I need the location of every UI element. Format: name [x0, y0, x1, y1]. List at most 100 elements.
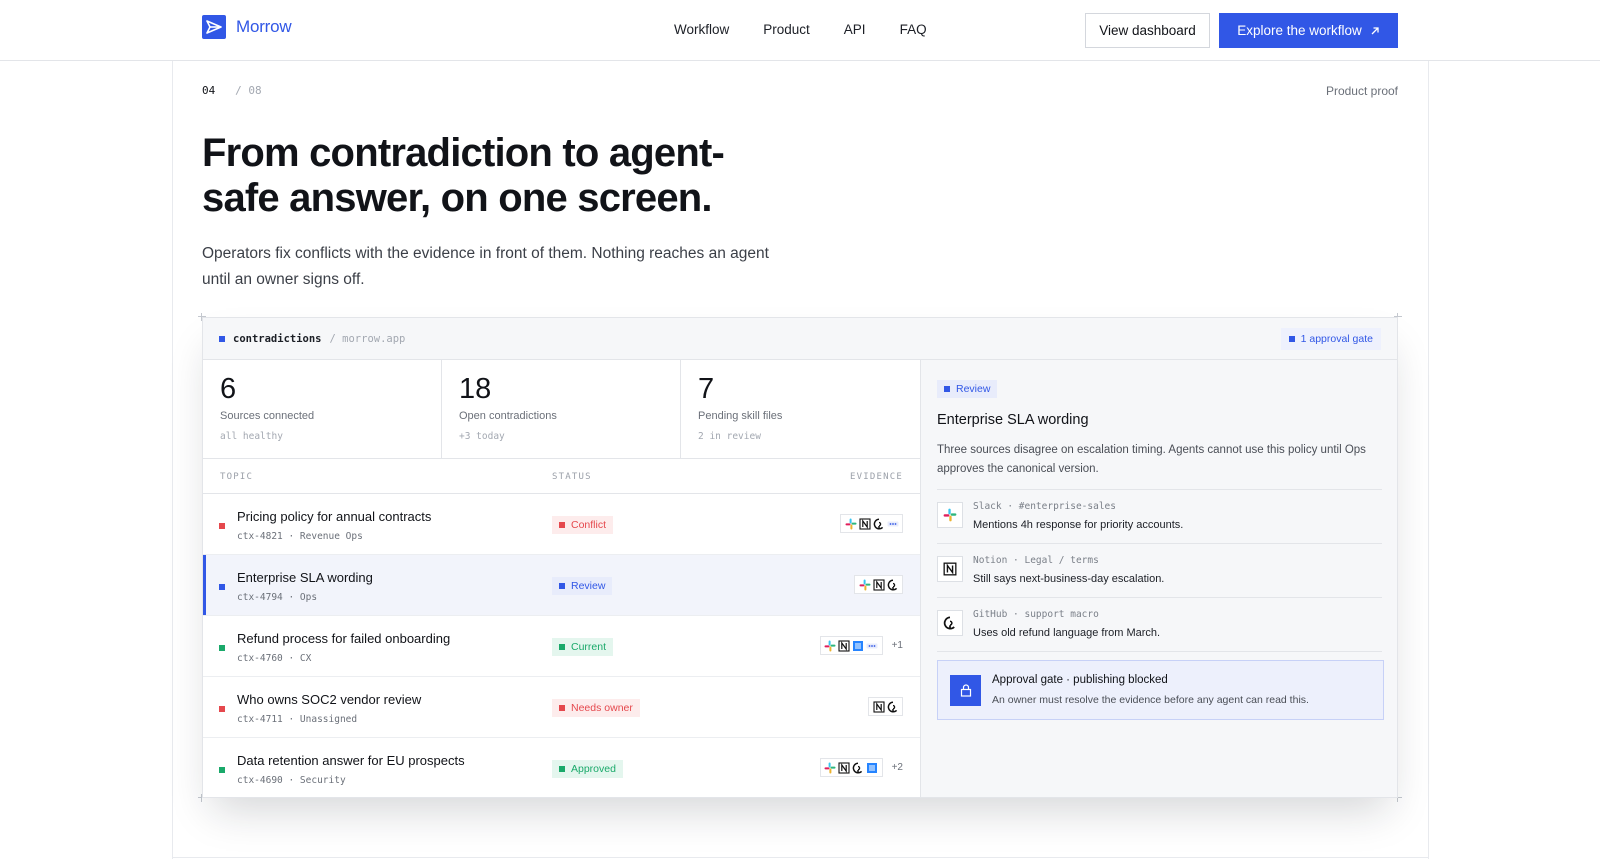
row-meta: ctx-4711 · Unassigned: [237, 714, 358, 725]
stat-note: all healthy: [220, 431, 283, 442]
notion-icon: [838, 639, 851, 652]
row-meta: ctx-4760 · CX: [237, 653, 312, 664]
section-total: / 08: [235, 84, 262, 97]
evidence-icon-group: [819, 758, 883, 777]
table-row[interactable]: Pricing policy for annual contracts ctx-…: [203, 494, 920, 555]
row-title: Who owns SOC2 vendor review: [237, 692, 422, 707]
status-badge: Conflict: [552, 516, 614, 534]
status-badge: Needs owner: [552, 699, 640, 717]
github-icon: [872, 517, 885, 530]
github-icon: [886, 578, 899, 591]
confluence-icon: [866, 761, 879, 774]
evidence-icons: +1: [819, 636, 903, 655]
lock-icon: [950, 675, 981, 706]
stats-row: 6 Sources connected all healthy 18 Open …: [203, 360, 920, 459]
detail-panel: Review Enterprise SLA wording Three sour…: [920, 360, 1397, 797]
square-icon: [559, 522, 565, 528]
github-icon: [937, 610, 963, 636]
row-title: Pricing policy for annual contracts: [237, 509, 432, 524]
nav-link-product[interactable]: Product: [763, 22, 810, 37]
stat-label: Open contradictions: [459, 410, 557, 422]
row-title: Refund process for failed onboarding: [237, 631, 451, 646]
evidence-icons: [854, 575, 903, 594]
gong-icon: [866, 639, 879, 652]
evidence-item[interactable]: Notion · Legal / terms Still says next-b…: [937, 544, 1382, 598]
view-dashboard-label: View dashboard: [1099, 23, 1196, 38]
github-icon: [852, 761, 865, 774]
review-badge: Review: [937, 380, 998, 398]
github-icon: [886, 700, 899, 713]
stat-skill-files: 7 Pending skill files 2 in review: [681, 360, 920, 459]
approval-gate-label: 1 approval gate: [1300, 333, 1373, 345]
arrow-up-right-icon: [1371, 26, 1379, 34]
app-square-icon: [219, 336, 225, 342]
app-preview-card: contradictions / morrow.app 1 approval g…: [202, 317, 1398, 798]
square-icon: [559, 583, 565, 589]
frame-bottom-line: [172, 857, 1429, 858]
stat-value: 18: [459, 373, 492, 405]
section-tag: Product proof: [1325, 84, 1398, 98]
stat-note: 2 in review: [698, 431, 761, 442]
approval-gate-pill[interactable]: 1 approval gate: [1280, 328, 1381, 350]
row-title: Enterprise SLA wording: [237, 570, 373, 585]
status-badge: Review: [552, 577, 613, 595]
evidence-source: Slack · #enterprise-sales: [973, 501, 1116, 512]
stat-contradictions: 18 Open contradictions +3 today: [442, 360, 681, 459]
table-header: TOPIC STATUS EVIDENCE: [203, 459, 920, 494]
explore-workflow-button[interactable]: Explore the workflow: [1219, 13, 1398, 48]
square-icon: [559, 644, 565, 650]
evidence-item[interactable]: GitHub · support macro Uses old refund l…: [937, 598, 1382, 652]
row-status-dot: [219, 706, 225, 712]
app-title: contradictions: [233, 333, 322, 345]
evidence-text: Mentions 4h response for priority accoun…: [973, 519, 1184, 531]
explore-workflow-label: Explore the workflow: [1237, 23, 1362, 38]
status-label: Current: [571, 641, 607, 653]
table-row[interactable]: Refund process for failed onboarding ctx…: [203, 616, 920, 677]
stat-value: 6: [220, 373, 237, 405]
column-status: STATUS: [552, 472, 592, 482]
square-icon: [559, 705, 565, 711]
frame-left-line: [172, 61, 173, 859]
evidence-icon-group: [868, 697, 903, 716]
row-title: Data retention answer for EU prospects: [237, 753, 465, 768]
row-status-dot: [219, 645, 225, 651]
gong-icon: [886, 517, 899, 530]
status-label: Approved: [571, 763, 616, 775]
panel-title: Enterprise SLA wording: [937, 412, 1089, 428]
approval-description: An owner must resolve the evidence befor…: [992, 694, 1309, 706]
nav-link-faq[interactable]: FAQ: [900, 22, 927, 37]
contradictions-table: Pricing policy for annual contracts ctx-…: [203, 494, 920, 798]
table-row[interactable]: Enterprise SLA wording ctx-4794 · Ops Re…: [203, 555, 920, 616]
table-row[interactable]: Data retention answer for EU prospects c…: [203, 738, 920, 798]
app-header: contradictions / morrow.app 1 approval g…: [203, 318, 1397, 360]
review-badge-label: Review: [956, 383, 991, 395]
stat-sources: 6 Sources connected all healthy: [203, 360, 442, 459]
approval-title: Approval gate · publishing blocked: [992, 674, 1168, 686]
nav-link-api[interactable]: API: [844, 22, 866, 37]
frame-right-line: [1428, 61, 1429, 859]
row-meta: ctx-4690 · Security: [237, 775, 346, 786]
square-icon: [1288, 336, 1295, 342]
evidence-icon-group: [854, 575, 903, 594]
notion-icon: [872, 700, 885, 713]
slack-icon: [824, 639, 837, 652]
stat-value: 7: [698, 373, 715, 405]
notion-icon: [858, 517, 871, 530]
evidence-item[interactable]: Slack · #enterprise-sales Mentions 4h re…: [937, 490, 1382, 544]
nav-link-workflow[interactable]: Workflow: [674, 22, 729, 37]
view-dashboard-button[interactable]: View dashboard: [1085, 13, 1210, 48]
brand-logo[interactable]: Morrow: [202, 15, 292, 39]
stat-label: Sources connected: [220, 410, 315, 422]
status-badge: Approved: [552, 760, 623, 778]
stat-label: Pending skill files: [698, 410, 783, 422]
evidence-icons: [840, 514, 903, 533]
status-label: Needs owner: [571, 702, 633, 714]
evidence-more-count: +1: [891, 640, 903, 651]
notion-icon: [937, 556, 963, 582]
row-status-dot: [219, 523, 225, 529]
status-label: Review: [571, 580, 606, 592]
table-row[interactable]: Who owns SOC2 vendor review ctx-4711 · U…: [203, 677, 920, 738]
square-icon: [559, 766, 565, 772]
slack-icon: [824, 761, 837, 774]
brand-logo-icon: [202, 15, 226, 39]
